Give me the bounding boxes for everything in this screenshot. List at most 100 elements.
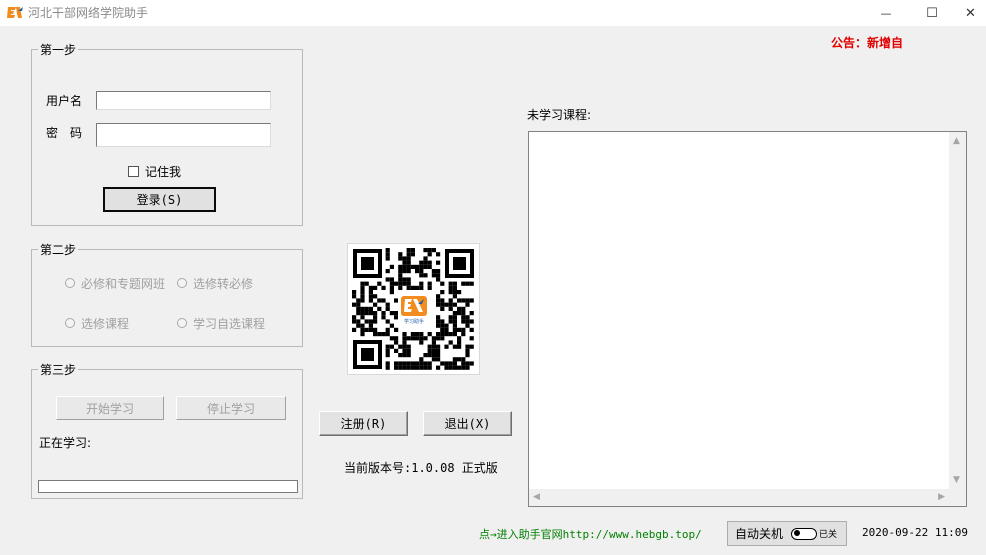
qr-module: [398, 353, 403, 358]
qr-module: [368, 285, 373, 290]
list-vertical-scrollbar[interactable]: ▲ ▼: [949, 132, 966, 489]
start-learning-button[interactable]: 开始学习: [56, 396, 164, 420]
qr-module: [406, 348, 411, 353]
qr-module: [402, 340, 407, 345]
qr-module: [419, 285, 424, 290]
maximize-button[interactable]: ☐: [909, 0, 955, 26]
password-input[interactable]: [96, 123, 271, 147]
qr-module: [352, 294, 357, 299]
qr-module: [431, 336, 436, 341]
auto-shutdown-control[interactable]: 自动关机 已关: [727, 521, 847, 546]
qr-module: [452, 290, 457, 295]
qr-module: [465, 353, 470, 358]
qr-module: [406, 260, 411, 265]
qr-module: [377, 298, 382, 303]
qr-module: [398, 285, 403, 290]
qr-module: [452, 327, 457, 332]
qr-module: [448, 319, 453, 324]
qr-module: [419, 332, 424, 337]
qr-module: [431, 344, 436, 349]
qr-module: [385, 327, 390, 332]
qr-module: [368, 298, 373, 303]
qr-module: [373, 327, 378, 332]
register-button[interactable]: 注册(R): [319, 411, 408, 436]
step1-legend: 第一步: [38, 41, 79, 58]
radio-elective-to-required[interactable]: [177, 278, 187, 288]
qr-module: [352, 315, 357, 320]
radio-elective-label: 选修课程: [81, 317, 130, 331]
stop-learning-button[interactable]: 停止学习: [176, 396, 286, 420]
qr-module: [398, 269, 403, 274]
unlearned-courses-list[interactable]: ▲ ▼ ◀ ▶: [528, 131, 967, 507]
website-link[interactable]: 点→进入助手官网http://www.hebgb.top/: [479, 526, 702, 542]
qr-module: [373, 332, 378, 337]
qr-module: [461, 315, 466, 320]
qr-module: [352, 302, 357, 307]
list-horizontal-scrollbar[interactable]: ◀ ▶: [529, 489, 949, 506]
notice-text: 公告：新增自: [831, 36, 904, 50]
title-bar[interactable]: 河北干部网络学院助手 — ☐ ✕: [0, 0, 986, 26]
login-button[interactable]: 登录(S): [103, 187, 216, 212]
qr-module: [465, 344, 470, 349]
learning-progress: [38, 480, 298, 493]
qr-module: [419, 269, 424, 274]
qr-module: [448, 361, 453, 366]
qr-module: [419, 365, 424, 370]
qr-module: [419, 340, 424, 345]
qr-module: [423, 264, 428, 269]
qr-module: [423, 365, 428, 370]
qr-module: [457, 311, 462, 316]
qr-module: [410, 361, 415, 366]
qr-module: [444, 365, 449, 370]
qr-module: [431, 248, 436, 253]
scroll-down-icon[interactable]: ▼: [953, 475, 960, 485]
qr-module: [469, 344, 474, 349]
qr-module: [452, 311, 457, 316]
qr-module: [465, 323, 470, 328]
qr-module: [452, 285, 457, 290]
remember-checkbox[interactable]: [128, 166, 139, 177]
qr-module: [356, 311, 361, 316]
radio-required-special[interactable]: [65, 278, 75, 288]
qr-module: [406, 281, 411, 286]
qr-module: [427, 353, 432, 358]
qr-module: [402, 277, 407, 282]
auto-shutdown-toggle[interactable]: [791, 527, 818, 540]
qr-module: [452, 281, 457, 286]
qr-module: [364, 319, 369, 324]
qr-module: [444, 361, 449, 366]
exit-button[interactable]: 退出(X): [423, 411, 512, 436]
scroll-right-icon[interactable]: ▶: [938, 492, 945, 502]
qr-module: [385, 302, 390, 307]
qr-module: [385, 353, 390, 358]
qr-module: [465, 319, 470, 324]
qr-module: [415, 264, 420, 269]
qr-module: [461, 281, 466, 286]
qr-module: [398, 256, 403, 261]
qr-module: [415, 361, 420, 366]
qr-module: [381, 315, 386, 320]
qr-module: [436, 323, 441, 328]
qr-module: [427, 332, 432, 337]
qr-module: [406, 277, 411, 282]
qr-module: [402, 260, 407, 265]
qr-module: [419, 361, 424, 366]
qr-module: [448, 285, 453, 290]
qr-module: [436, 353, 441, 358]
step2-legend: 第二步: [38, 241, 79, 258]
qr-module: [385, 248, 390, 253]
close-button[interactable]: ✕: [955, 0, 986, 26]
scroll-up-icon[interactable]: ▲: [953, 136, 960, 146]
qr-module: [398, 361, 403, 366]
qr-module: [465, 361, 470, 366]
qr-module: [377, 332, 382, 337]
qr-module: [436, 302, 441, 307]
minimize-button[interactable]: —: [863, 0, 909, 26]
qr-module: [452, 365, 457, 370]
username-input[interactable]: [96, 91, 271, 110]
radio-elective[interactable]: [65, 318, 75, 328]
radio-self-selected[interactable]: [177, 318, 187, 328]
learning-label: 正在学习:: [39, 436, 92, 450]
qr-module: [457, 357, 462, 362]
scroll-left-icon[interactable]: ◀: [533, 492, 540, 502]
